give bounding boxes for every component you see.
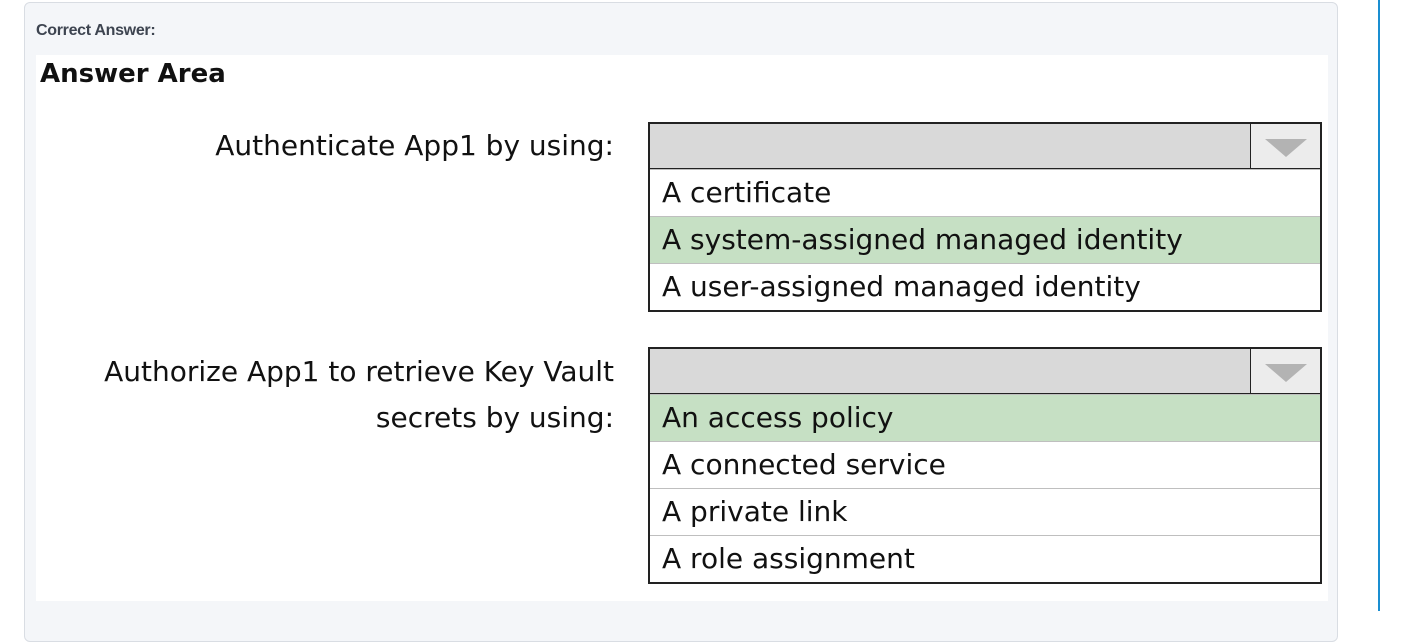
chevron-down-icon	[1265, 139, 1307, 157]
question-2-option[interactable]: A private link	[650, 488, 1320, 535]
chevron-down-icon	[1265, 364, 1307, 382]
question-2-prompt-line-1: Authorize App1 to retrieve Key Vault	[104, 355, 614, 388]
answer-area-title: Answer Area	[40, 59, 226, 89]
right-border-rule	[1378, 0, 1380, 611]
question-1-option[interactable]: A user-assigned managed identity	[650, 263, 1320, 310]
question-2-option[interactable]: A role assignment	[650, 535, 1320, 582]
question-1-option[interactable]: A certificate	[650, 169, 1320, 216]
question-2-prompt-line-2: secrets by using:	[375, 401, 614, 434]
question-2-dropdown-toggle[interactable]	[1250, 349, 1320, 393]
correct-answer-label: Correct Answer:	[36, 22, 156, 39]
question-1-option-selected[interactable]: A system-assigned managed identity	[650, 216, 1320, 263]
question-2-option[interactable]: A connected service	[650, 441, 1320, 488]
question-1-dropdown-header[interactable]	[650, 124, 1320, 169]
question-2-dropdown-header[interactable]	[650, 349, 1320, 394]
question-2-option-selected[interactable]: An access policy	[650, 394, 1320, 441]
question-2-dropdown[interactable]: An access policy A connected service A p…	[648, 347, 1322, 584]
question-1-dropdown-toggle[interactable]	[1250, 124, 1320, 168]
answer-area-panel: Answer Area Authenticate App1 by using: …	[36, 55, 1328, 601]
question-1-prompt: Authenticate App1 by using:	[215, 129, 614, 162]
question-1-dropdown[interactable]: A certificate A system-assigned managed …	[648, 122, 1322, 312]
question-2-prompt: Authorize App1 to retrieve Key Vault sec…	[104, 349, 614, 441]
